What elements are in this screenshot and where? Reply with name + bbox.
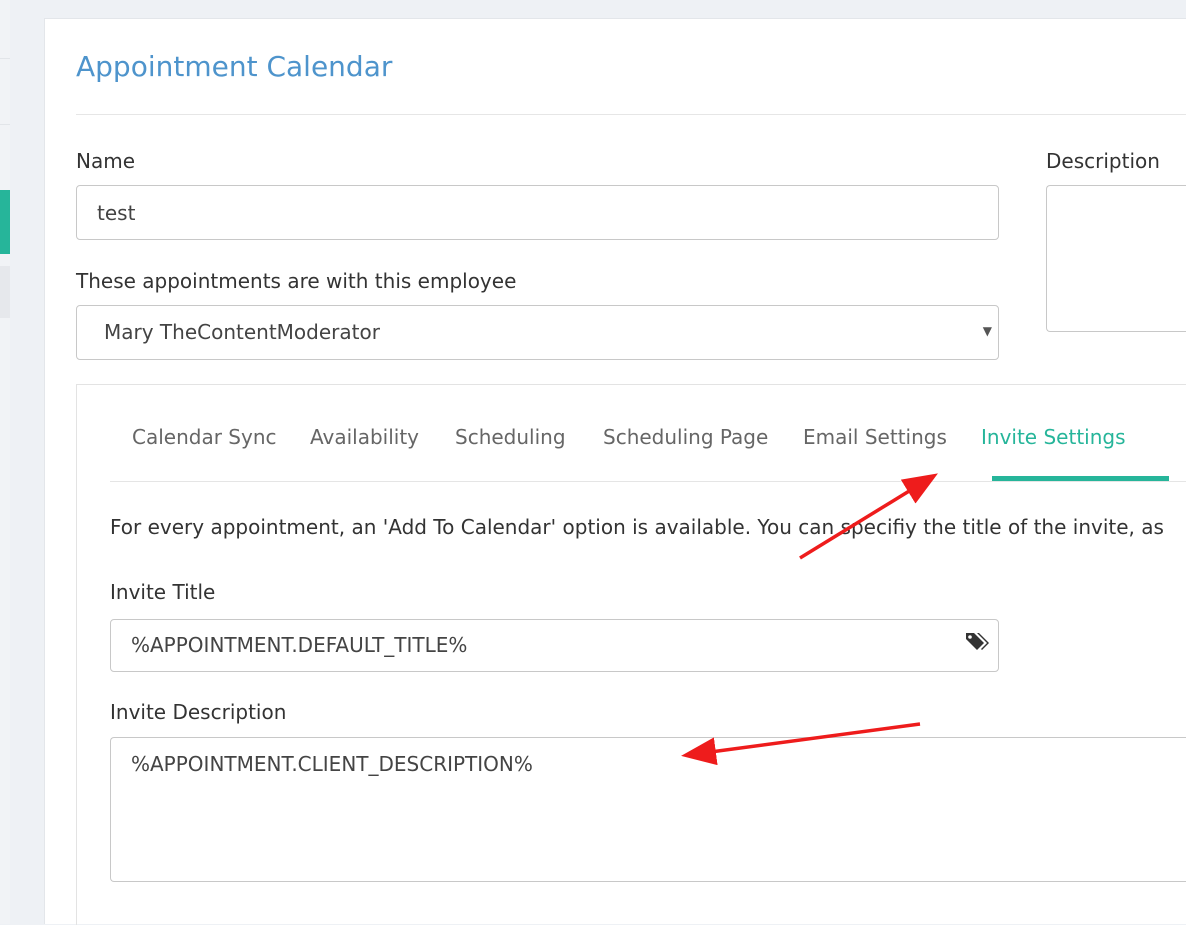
invite-title-value: %APPOINTMENT.DEFAULT_TITLE% (131, 633, 468, 657)
caret-down-icon: ▼ (982, 324, 992, 338)
tab-bar: Calendar Sync Availability Scheduling Sc… (110, 385, 1186, 482)
invite-intro-text: For every appointment, an 'Add To Calend… (110, 515, 1164, 539)
settings-tabs-card: Calendar Sync Availability Scheduling Sc… (76, 384, 1186, 925)
description-label: Description (1046, 149, 1160, 173)
tab-scheduling[interactable]: Scheduling (455, 425, 566, 449)
invite-title-label: Invite Title (110, 580, 216, 604)
employee-select[interactable]: Mary TheContentModerator ▼ (76, 305, 999, 360)
name-input[interactable] (76, 185, 999, 240)
tab-availability[interactable]: Availability (310, 425, 419, 449)
invite-description-value: %APPOINTMENT.CLIENT_DESCRIPTION% (131, 752, 533, 776)
active-tab-indicator (992, 476, 1169, 481)
tags-icon[interactable] (964, 631, 990, 658)
appointment-calendar-panel: Appointment Calendar Name Description Th… (44, 18, 1186, 925)
sidebar (0, 0, 10, 924)
tab-email-settings[interactable]: Email Settings (803, 425, 947, 449)
name-label: Name (76, 149, 136, 173)
description-textarea[interactable] (1046, 185, 1186, 332)
employee-selected-value: Mary TheContentModerator (104, 320, 380, 344)
tab-scheduling-page[interactable]: Scheduling Page (603, 425, 768, 449)
sidebar-active-item[interactable] (0, 190, 10, 254)
invite-title-input[interactable]: %APPOINTMENT.DEFAULT_TITLE% (110, 619, 999, 672)
invite-description-label: Invite Description (110, 700, 287, 724)
page-title: Appointment Calendar (76, 50, 393, 83)
sidebar-divider (0, 124, 10, 125)
tab-invite-settings[interactable]: Invite Settings (981, 425, 1126, 449)
employee-label: These appointments are with this employe… (76, 269, 517, 293)
sidebar-divider (0, 58, 10, 59)
invite-description-textarea[interactable]: %APPOINTMENT.CLIENT_DESCRIPTION% (110, 737, 1186, 882)
sidebar-item[interactable] (0, 266, 10, 318)
title-divider (76, 114, 1186, 115)
tab-calendar-sync[interactable]: Calendar Sync (132, 425, 277, 449)
